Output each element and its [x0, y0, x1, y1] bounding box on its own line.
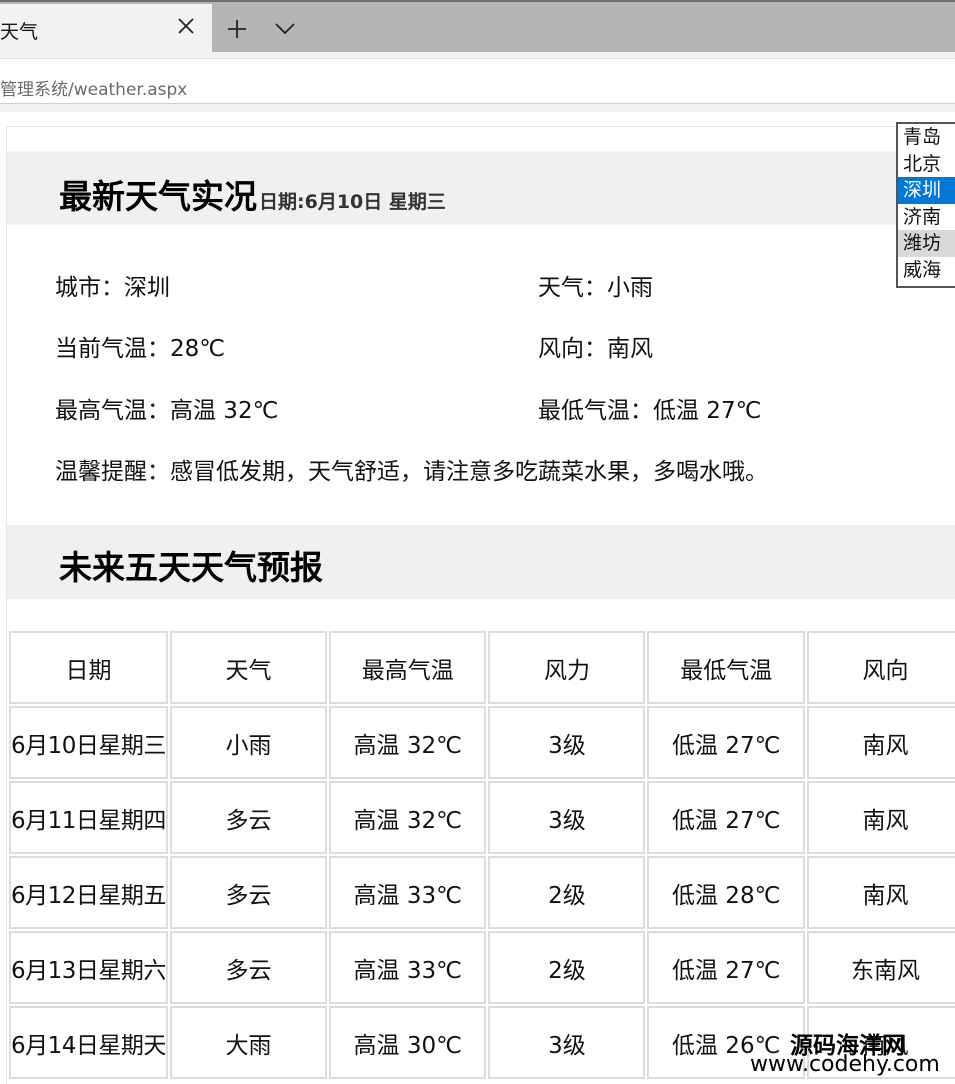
cell-weather: 多云	[169, 781, 327, 854]
header-weather: 天气	[169, 631, 327, 704]
cell-wind-force: 3级	[488, 1006, 646, 1079]
current-temp-value: 28℃	[170, 336, 226, 362]
table-row: 6月12日星期五 多云 高温 33℃ 2级 低温 28℃ 南风	[9, 856, 955, 929]
table-header-row: 日期 天气 最高气温 风力 最低气温 风向	[9, 631, 955, 704]
cell-weather: 多云	[169, 856, 327, 929]
chevron-down-icon[interactable]	[274, 22, 296, 36]
table-row: 6月11日星期四 多云 高温 32℃ 3级 低温 27℃ 南风	[9, 781, 955, 854]
header-high-temp: 最高气温	[328, 631, 487, 704]
tab-strip: 天气	[0, 0, 955, 54]
current-weather-banner: 最新天气实况 日期:6月10日 星期三	[7, 151, 955, 225]
cell-weather: 小雨	[169, 706, 327, 779]
url-field[interactable]: 管理系统/weather.aspx	[0, 58, 955, 104]
city-option-weihai[interactable]: 威海	[898, 257, 955, 284]
header-low-temp: 最低气温	[647, 631, 805, 704]
cell-high-temp: 高温 32℃	[328, 706, 487, 779]
tab-title: 天气	[0, 21, 39, 43]
high-temp-info: 最高气温：高温 32℃	[55, 391, 278, 425]
cell-wind-direction: 南风	[806, 856, 955, 929]
cell-low-temp: 低温 28℃	[647, 856, 805, 929]
city-option-qingdao[interactable]: 青岛	[898, 124, 955, 151]
tip-value: 感冒低发期，天气舒适，请注意多吃蔬菜水果，多喝水哦。	[170, 459, 768, 485]
city-info: 城市：深圳	[55, 268, 170, 302]
low-temp-value: 低温 27℃	[653, 398, 762, 424]
wind-direction-label: 风向：	[538, 336, 607, 362]
wind-direction-info: 风向：南风	[538, 329, 653, 363]
table-row: 6月13日星期六 多云 高温 33℃ 2级 低温 27℃ 东南风	[9, 931, 955, 1004]
forecast-heading: 未来五天天气预报	[59, 548, 323, 587]
city-option-shenzhen[interactable]: 深圳	[898, 177, 955, 204]
forecast-table: 日期 天气 最高气温 风力 最低气温 风向 6月10日星期三 小雨 高温 32℃…	[7, 629, 955, 1081]
low-temp-info: 最低气温：低温 27℃	[538, 391, 761, 425]
weather-page: 最新天气实况 日期:6月10日 星期三 城市：深圳 天气：小雨 当前气温：28℃ …	[6, 126, 955, 1084]
low-temp-label: 最低气温：	[538, 398, 653, 424]
tip-label: 温馨提醒：	[55, 459, 170, 485]
watermark-url: www.codehy.com	[750, 1052, 940, 1077]
high-temp-value: 高温 32℃	[170, 398, 279, 424]
table-row: 6月10日星期三 小雨 高温 32℃ 3级 低温 27℃ 南风	[9, 706, 955, 779]
cell-date: 6月12日星期五	[9, 856, 168, 929]
browser-tab[interactable]: 天气	[0, 4, 212, 54]
cell-date: 6月13日星期六	[9, 931, 168, 1004]
wind-direction-value: 南风	[607, 336, 653, 362]
cell-weather: 大雨	[169, 1006, 327, 1079]
current-weather-heading: 最新天气实况 日期:6月10日 星期三	[59, 170, 446, 218]
cell-high-temp: 高温 30℃	[328, 1006, 487, 1079]
header-date: 日期	[9, 631, 168, 704]
cell-weather: 多云	[169, 931, 327, 1004]
weather-value: 小雨	[607, 275, 653, 301]
cell-low-temp: 低温 27℃	[647, 706, 805, 779]
address-bar: 管理系统/weather.aspx	[0, 52, 955, 112]
cell-date: 6月11日星期四	[9, 781, 168, 854]
close-icon[interactable]	[174, 14, 198, 38]
current-temp-label: 当前气温：	[55, 336, 170, 362]
city-value: 深圳	[124, 275, 170, 301]
new-tab-icon[interactable]	[226, 18, 248, 40]
city-option-beijing[interactable]: 北京	[898, 151, 955, 178]
cell-date: 6月10日星期三	[9, 706, 168, 779]
cell-high-temp: 高温 32℃	[328, 781, 487, 854]
cell-wind-force: 3级	[488, 781, 646, 854]
cell-high-temp: 高温 33℃	[328, 856, 487, 929]
cell-wind-force: 2级	[488, 856, 646, 929]
cell-date: 6月14日星期天	[9, 1006, 168, 1079]
city-select-list[interactable]: 青岛 北京 深圳 济南 潍坊 威海	[896, 122, 955, 288]
city-option-jinan[interactable]: 济南	[898, 204, 955, 231]
url-text: 管理系统/weather.aspx	[0, 80, 188, 100]
cell-wind-direction: 东南风	[806, 931, 955, 1004]
cell-low-temp: 低温 27℃	[647, 931, 805, 1004]
high-temp-label: 最高气温：	[55, 398, 170, 424]
cell-wind-direction: 南风	[806, 706, 955, 779]
current-date: 日期:6月10日 星期三	[259, 191, 446, 213]
city-label: 城市：	[55, 275, 124, 301]
cell-high-temp: 高温 33℃	[328, 931, 487, 1004]
page-viewport: 最新天气实况 日期:6月10日 星期三 城市：深圳 天气：小雨 当前气温：28℃ …	[0, 112, 955, 1084]
weather-label: 天气：	[538, 275, 607, 301]
header-wind-force: 风力	[488, 631, 646, 704]
current-temp-info: 当前气温：28℃	[55, 329, 225, 363]
cell-low-temp: 低温 27℃	[647, 781, 805, 854]
cell-wind-force: 2级	[488, 931, 646, 1004]
header-wind-direction: 风向	[806, 631, 955, 704]
current-weather-title: 最新天气实况	[59, 177, 257, 216]
city-option-weifang[interactable]: 潍坊	[898, 230, 955, 257]
tip-info: 温馨提醒：感冒低发期，天气舒适，请注意多吃蔬菜水果，多喝水哦。	[55, 452, 768, 486]
cell-wind-direction: 南风	[806, 781, 955, 854]
cell-wind-force: 3级	[488, 706, 646, 779]
weather-info: 天气：小雨	[538, 268, 653, 302]
forecast-banner: 未来五天天气预报	[7, 525, 955, 599]
